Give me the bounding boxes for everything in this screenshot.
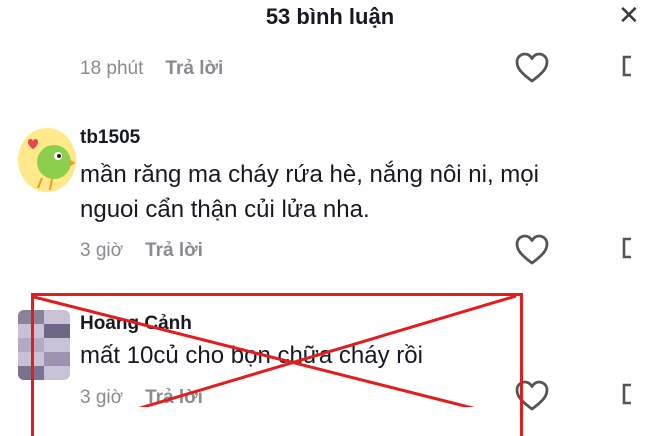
comment-time: 3 giờ [80, 387, 124, 408]
avatar[interactable] [18, 310, 70, 380]
comment-text: mất 10củ cho bọn chữa cháy rồi [80, 342, 423, 369]
dislike-icon[interactable] [621, 383, 633, 405]
avatar[interactable] [18, 128, 76, 192]
close-icon[interactable]: ✕ [618, 2, 648, 28]
comment-time: 3 giờ [80, 240, 124, 261]
reply-button[interactable]: Trả lời [145, 240, 203, 261]
like-heart-icon[interactable] [515, 380, 549, 412]
comment-text: nguoi cẩn thận củi lửa nha. [80, 196, 370, 223]
comment-meta: 3 giờ Trả lời [80, 387, 203, 409]
reply-button[interactable]: Trả lời [145, 387, 203, 408]
comment-username[interactable]: tb1505 [80, 127, 140, 149]
dislike-icon[interactable] [621, 237, 633, 259]
comment-meta: 18 phút Trả lời [80, 58, 223, 80]
like-heart-icon[interactable] [515, 234, 549, 266]
comment-meta: 3 giờ Trả lời [80, 240, 203, 262]
comment-text: mần răng ma cháy rứa hè, nắng nôi ni, mọ… [80, 161, 539, 188]
reply-button[interactable]: Trả lời [165, 58, 223, 79]
like-heart-icon[interactable] [515, 52, 549, 84]
page-title: 53 bình luận [265, 4, 395, 29]
comment-time: 18 phút [80, 58, 144, 79]
dislike-icon[interactable] [621, 55, 633, 77]
comment-username[interactable]: Hoàng Cảnh [80, 313, 192, 335]
